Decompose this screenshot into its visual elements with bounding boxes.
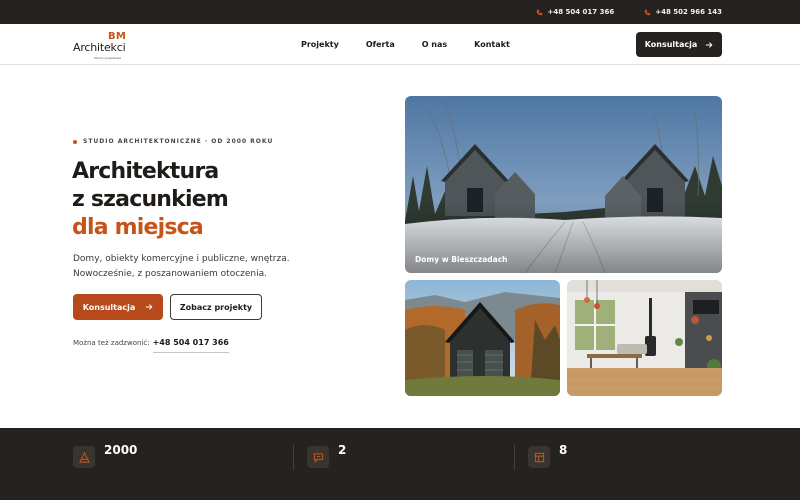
call-line: Można też zadzwonić: +48 504 017 366 <box>73 338 229 353</box>
hero-eyebrow-text: STUDIO ARCHITEKTONICZNE · OD 2000 ROKU <box>83 138 274 145</box>
top-phone-1-text: +48 504 017 366 <box>547 8 615 16</box>
stat-third: 8 <box>528 443 568 468</box>
main-nav: Projekty Oferta O nas Kontakt <box>301 24 510 65</box>
top-bar: +48 504 017 366 +48 502 966 143 <box>0 0 800 24</box>
arrow-right-icon <box>146 304 153 310</box>
stat-second: 2 <box>307 443 347 468</box>
stats-band: 2000 2 8 <box>0 428 800 500</box>
forest-house-photo <box>405 280 560 396</box>
layout-icon <box>534 452 544 462</box>
hero-consultation-label: Konsultacja <box>82 302 136 312</box>
arrow-right-icon <box>706 41 713 48</box>
architecture-icon-box <box>73 446 95 468</box>
project-image-forest-house[interactable] <box>405 280 560 396</box>
stat-years: 2000 <box>73 443 138 468</box>
hero-title-accent: dla miejsca <box>72 215 204 240</box>
architecture-icon <box>78 451 90 463</box>
stat-divider <box>514 444 515 470</box>
hero-title: Architektura z szacunkiem dla miejsca <box>72 158 229 242</box>
nav-item-oferta[interactable]: Oferta <box>366 40 395 49</box>
chat-icon <box>313 452 323 463</box>
layout-icon-box <box>528 446 550 468</box>
top-phone-2-text: +48 502 966 143 <box>655 8 722 16</box>
nav-item-o-nas[interactable]: O nas <box>422 40 447 49</box>
stat-years-value: 2000 <box>104 443 138 457</box>
hero-title-line-2: z szacunkiem <box>72 187 229 212</box>
project-caption: Domy w Bieszczadach <box>415 255 508 264</box>
call-phone-link[interactable]: +48 504 017 366 <box>152 338 229 353</box>
site-header: BM Architekci Studio projektowe Projekty… <box>0 24 800 65</box>
header-consultation-button[interactable]: Konsultacja <box>636 32 722 57</box>
chat-icon-box <box>307 446 329 468</box>
nav-item-projekty[interactable]: Projekty <box>301 40 339 49</box>
top-phone-2[interactable]: +48 502 966 143 <box>644 8 722 16</box>
hero-lead-line-1: Domy, obiekty komercyjne i publiczne, wn… <box>73 254 290 264</box>
top-phone-1[interactable]: +48 504 017 366 <box>536 8 614 16</box>
call-label: Można też zadzwonić: <box>73 339 150 347</box>
stat-third-value: 8 <box>559 443 568 457</box>
hero-title-line-1: Architektura <box>72 159 219 184</box>
page: +48 504 017 366 +48 502 966 143 BM Archi… <box>0 0 800 500</box>
hero-lead-line-2: Nowocześnie, z poszanowaniem otoczenia. <box>73 269 267 279</box>
logo-name: Architekci <box>73 41 126 54</box>
see-projects-button[interactable]: Zobacz projekty <box>170 294 262 320</box>
winter-houses-photo <box>405 96 722 273</box>
interior-photo <box>567 280 722 396</box>
phone-icon <box>537 9 543 15</box>
stat-divider <box>293 444 294 470</box>
stat-second-value: 2 <box>338 443 347 457</box>
logo-tagline: Studio projektowe <box>94 56 122 60</box>
hero-eyebrow: STUDIO ARCHITEKTONICZNE · OD 2000 ROKU <box>73 138 273 145</box>
project-image-interior[interactable] <box>567 280 722 396</box>
eyebrow-dot <box>73 139 77 144</box>
logo[interactable]: BM Architekci Studio projektowe <box>73 31 129 60</box>
nav-item-kontakt[interactable]: Kontakt <box>474 40 510 49</box>
hero-lead: Domy, obiekty komercyjne i publiczne, wn… <box>73 252 313 282</box>
header-consultation-label: Konsultacja <box>644 40 698 49</box>
project-image-bieszczady[interactable]: Domy w Bieszczadach <box>405 96 722 273</box>
phone-icon <box>644 9 651 15</box>
hero-consultation-button[interactable]: Konsultacja <box>73 294 163 320</box>
